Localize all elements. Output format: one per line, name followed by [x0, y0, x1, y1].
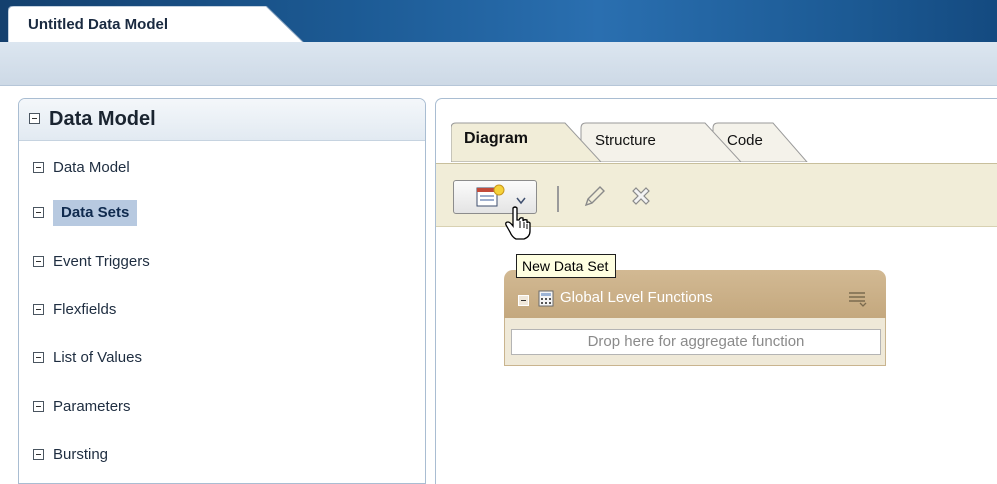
tree-root-label: Data Model: [53, 159, 130, 176]
collapse-icon[interactable]: [33, 352, 44, 363]
panel-menu-icon[interactable]: [846, 290, 868, 308]
collapse-icon[interactable]: [33, 401, 44, 412]
tooltip: New Data Set: [516, 254, 616, 278]
app-header-bar: Untitled Data Model: [0, 0, 997, 43]
collapse-icon[interactable]: [33, 449, 44, 460]
toolbar-separator: [557, 186, 559, 212]
pencil-icon[interactable]: [581, 184, 607, 210]
collapse-icon[interactable]: [33, 207, 44, 218]
collapse-icon[interactable]: [29, 113, 40, 124]
tree-item-label: Data Sets: [53, 200, 138, 226]
global-level-functions-panel[interactable]: Global Level Functions Drop here for agg…: [504, 270, 886, 366]
collapse-icon[interactable]: [518, 295, 529, 306]
data-model-panel: Data Model Data Model Data Sets Event Tr…: [18, 98, 426, 484]
panel-title: Data Model: [49, 108, 156, 130]
tab-diagram-label: Diagram: [464, 130, 529, 147]
delete-x-icon[interactable]: [629, 184, 653, 208]
document-tab-label: Untitled Data Model: [28, 16, 169, 33]
aggregate-drop-zone[interactable]: Drop here for aggregate function: [511, 329, 881, 355]
functions-panel-title: Global Level Functions: [560, 289, 713, 306]
collapse-icon[interactable]: [33, 162, 44, 173]
tree-item-label: Parameters: [53, 398, 131, 415]
hand-cursor-icon: [505, 206, 531, 240]
tab-structure-label: Structure: [595, 132, 656, 149]
tab-code[interactable]: Code: [713, 122, 807, 156]
calculator-icon: [538, 290, 554, 307]
document-tab[interactable]: Untitled Data Model: [8, 6, 306, 43]
data-model-panel-header[interactable]: Data Model: [19, 99, 425, 141]
tab-diagram[interactable]: Diagram: [451, 122, 601, 156]
chevron-down-icon[interactable]: [516, 197, 526, 205]
tree-item-label: Event Triggers: [53, 253, 150, 270]
collapse-icon[interactable]: [33, 256, 44, 267]
functions-panel-body: Drop here for aggregate function: [504, 318, 886, 366]
tab-code-label: Code: [727, 132, 763, 149]
tree-item-label: Bursting: [53, 446, 109, 463]
sub-header-bar: [0, 42, 997, 86]
collapse-icon[interactable]: [33, 304, 44, 315]
tree-item-label: List of Values: [53, 349, 142, 366]
tree-item-label: Flexfields: [53, 301, 117, 318]
